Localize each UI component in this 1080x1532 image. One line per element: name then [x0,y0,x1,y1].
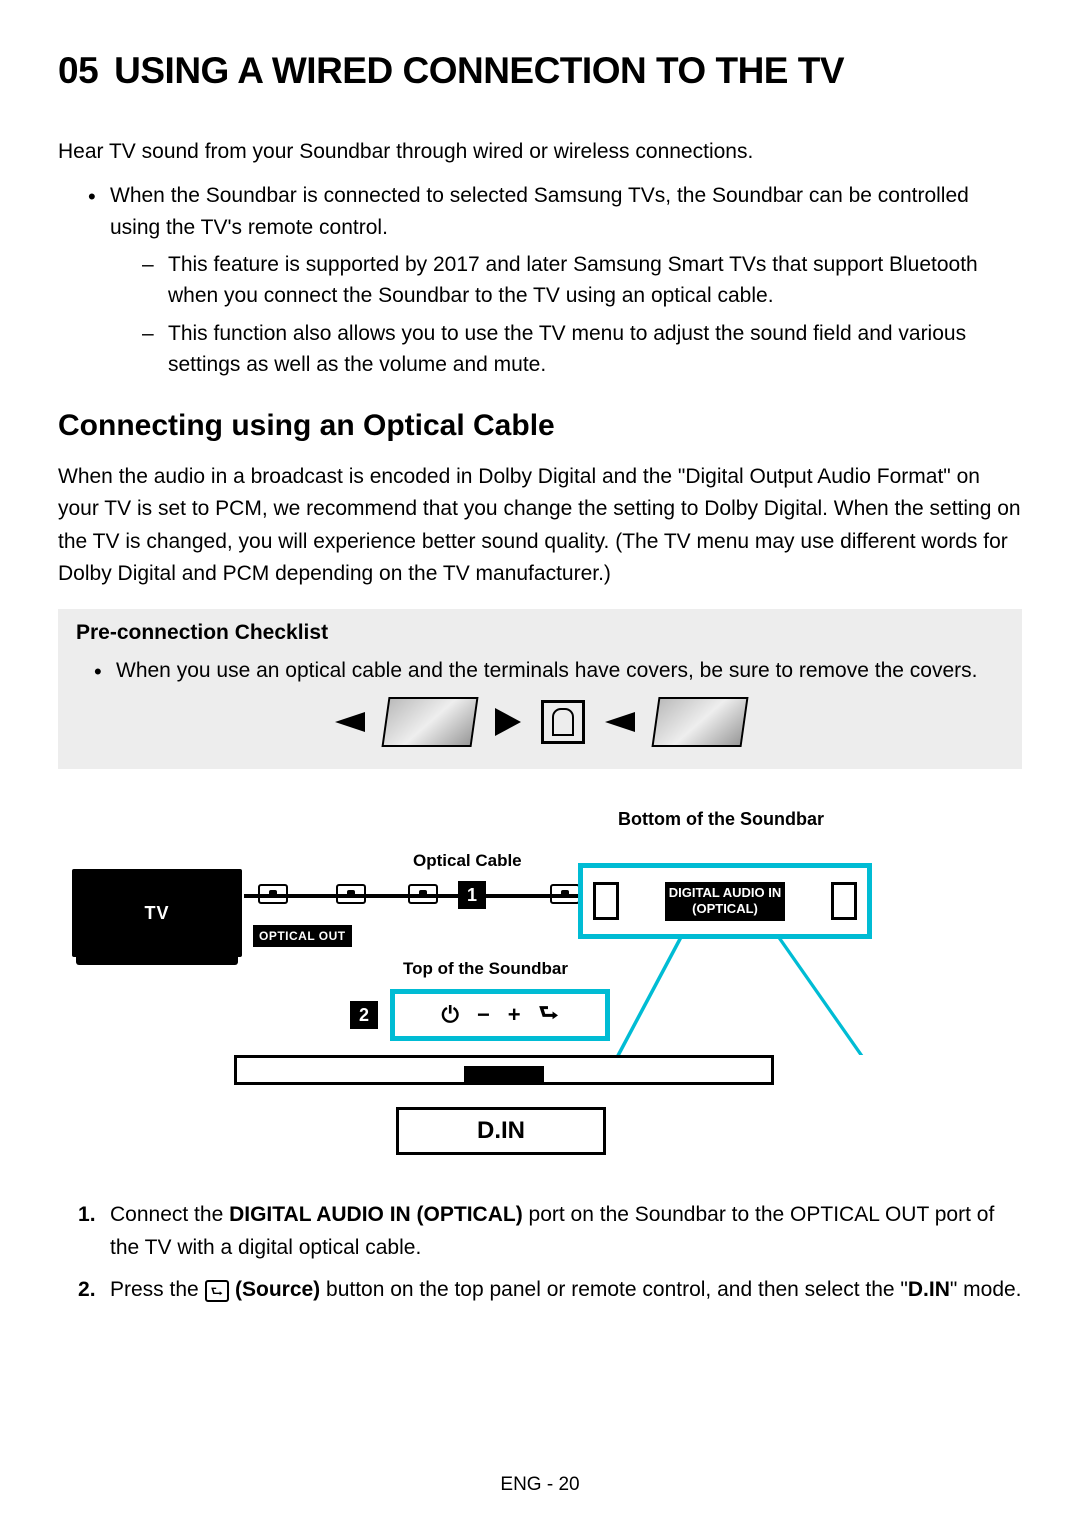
subheading-optical: Connecting using an Optical Cable [58,409,1022,443]
digital-in-line2: (OPTICAL) [692,901,758,916]
soundbar-back-panel: DIGITAL AUDIO IN (OPTICAL) [578,863,872,939]
arrow-left-icon [605,712,635,732]
checklist-box: Pre-connection Checklist When you use an… [58,609,1022,770]
callout-line [778,939,863,1055]
din-display: D.IN [396,1107,606,1155]
port-icon [593,882,619,920]
bullet-main-text: When the Soundbar is connected to select… [110,184,969,240]
tv-stand-illustration [76,957,238,965]
step2-post: " mode. [950,1278,1022,1301]
optical-out-label: OPTICAL OUT [253,925,352,947]
step2-pre: Press the [110,1278,205,1301]
arrow-left-icon [335,712,365,732]
bullet-main: When the Soundbar is connected to select… [88,180,1022,381]
step2-bold2: D.IN [908,1278,950,1301]
step1-pre: Connect the [110,1203,229,1226]
step2-bold: (Source) [235,1278,320,1301]
step2-mid: button on the top panel or remote contro… [320,1278,908,1301]
cable-plug-icon [258,884,288,904]
dash-item-1: This feature is supported by 2017 and la… [142,249,1022,312]
arrow-right-icon [495,708,521,736]
step-2-badge: 2 [350,1001,378,1029]
plug-with-cover-icon [381,697,478,747]
plus-icon: + [508,1002,521,1028]
page-footer: ENG - 20 [0,1474,1080,1496]
section-heading: 05 USING A WIRED CONNECTION TO THE TV [58,50,1022,92]
port-icon [831,882,857,920]
checklist-title: Pre-connection Checklist [76,621,1004,645]
label-bottom-soundbar: Bottom of the Soundbar [618,809,824,830]
digital-audio-in-label: DIGITAL AUDIO IN (OPTICAL) [665,882,785,921]
digital-in-line1: DIGITAL AUDIO IN [669,885,781,900]
minus-icon: − [477,1002,490,1028]
section-title-text: USING A WIRED CONNECTION TO THE TV [114,50,844,91]
tv-illustration: TV [72,869,242,957]
cover-removal-illustration [76,697,1004,747]
cable-connector-icon [336,884,366,904]
plug-open-icon [541,700,585,744]
intro-paragraph: Hear TV sound from your Soundbar through… [58,136,1022,168]
step-1-text: Connect the DIGITAL AUDIO IN (OPTICAL) p… [78,1199,1022,1264]
label-top-soundbar: Top of the Soundbar [403,959,568,979]
power-icon: ⏻ [442,1002,459,1028]
cable-connector-icon [408,884,438,904]
source-button-icon: ⮑ [205,1280,230,1302]
body-paragraph: When the audio in a broadcast is encoded… [58,461,1022,591]
step-2-text: Press the ⮑ (Source) button on the top p… [78,1274,1022,1307]
tv-label: TV [78,875,236,951]
callout-line [616,939,682,1055]
connection-diagram: Bottom of the Soundbar Optical Cable TV … [58,809,1022,1169]
numbered-steps: Connect the DIGITAL AUDIO IN (OPTICAL) p… [78,1199,1022,1307]
soundbar-display-window [464,1066,544,1082]
source-icon: ⮑ [539,996,559,1034]
section-number: 05 [58,50,98,91]
soundbar-body-illustration [234,1055,774,1085]
plug-without-cover-icon [651,697,748,747]
soundbar-top-panel: ⏻ − + ⮑ [390,989,610,1041]
step-1-badge: 1 [458,881,486,909]
cable-plug-icon [550,884,580,904]
dash-item-2: This function also allows you to use the… [142,318,1022,381]
label-optical-cable: Optical Cable [413,851,522,871]
step1-bold: DIGITAL AUDIO IN (OPTICAL) [229,1203,523,1226]
checklist-item: When you use an optical cable and the te… [94,655,1004,688]
